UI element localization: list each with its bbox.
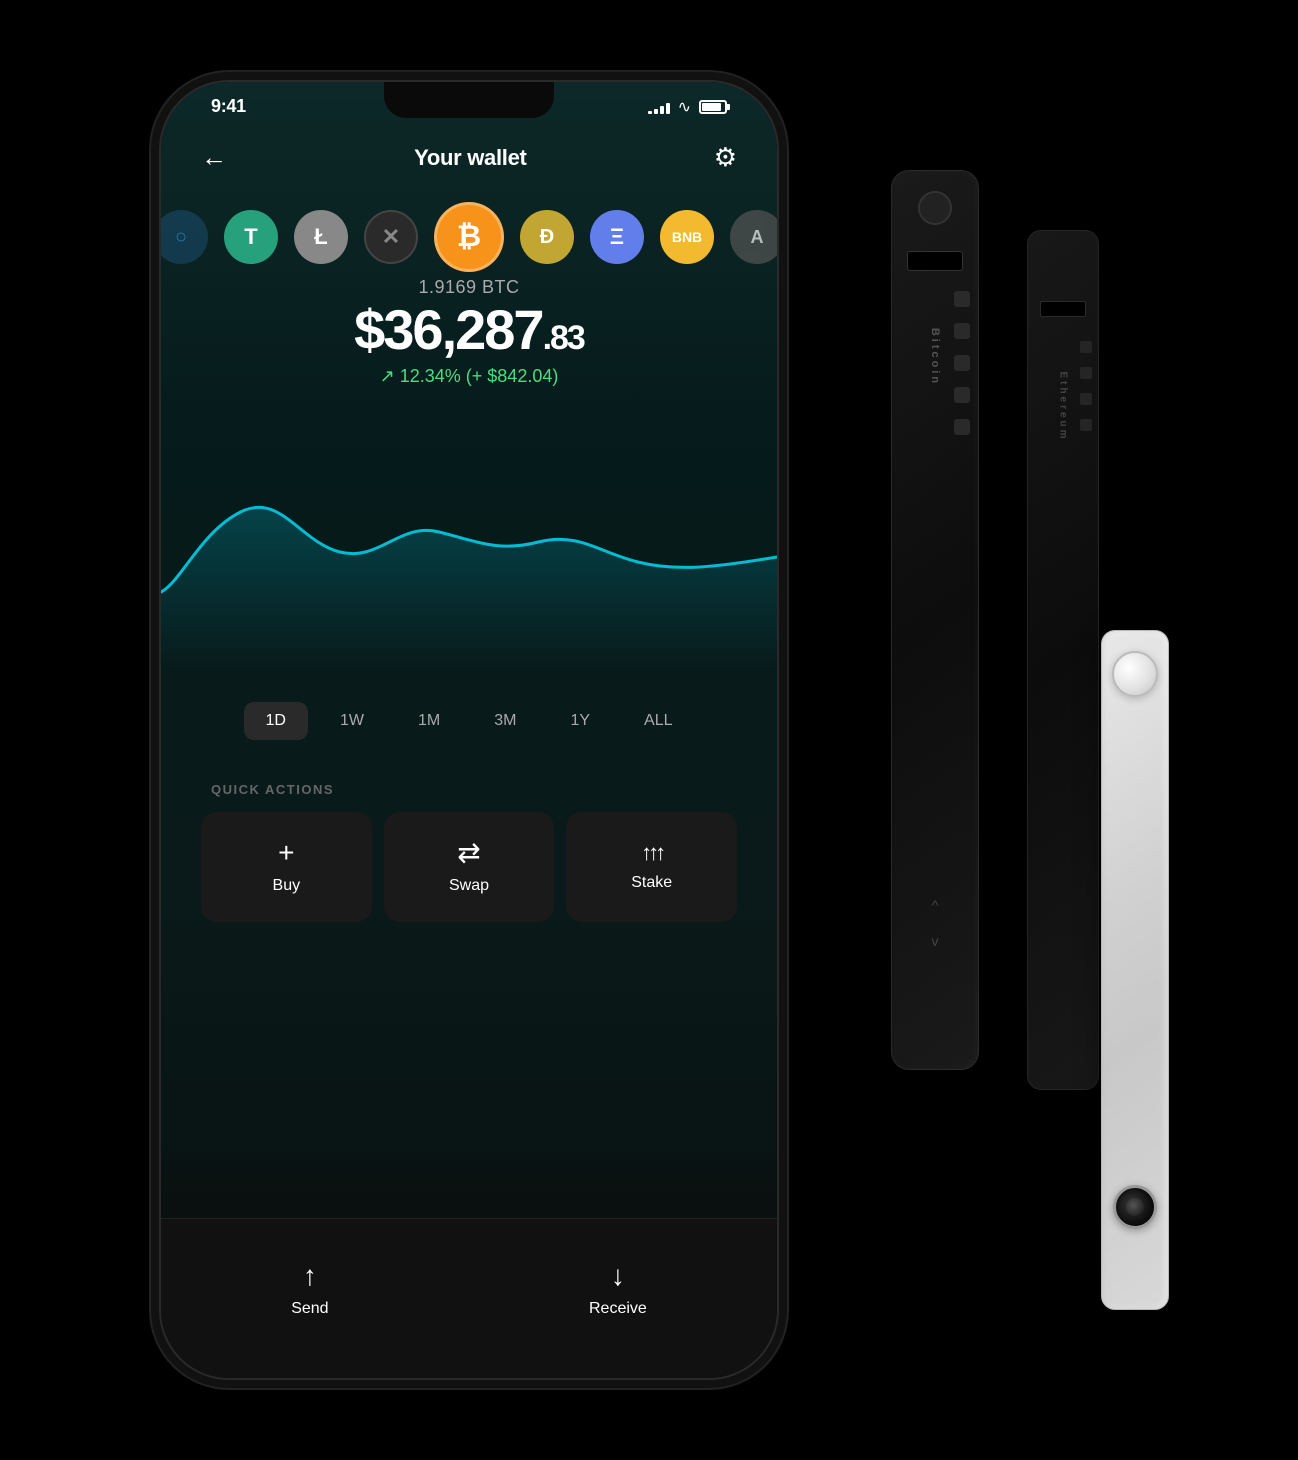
price-chart <box>161 412 777 692</box>
chart-container <box>161 412 777 692</box>
bottom-bar: ↑ Send ↓ Receive <box>161 1218 777 1378</box>
quick-actions-label: QUICK ACTIONS <box>211 782 334 797</box>
buy-label: Buy <box>273 877 301 895</box>
buy-button[interactable]: + Buy <box>201 812 372 922</box>
receive-icon: ↓ <box>611 1260 625 1292</box>
plus-icon: + <box>278 839 294 867</box>
swap-icon: ⇄ <box>457 839 480 867</box>
coin-item[interactable]: Ð <box>520 210 574 264</box>
time-filter-1d[interactable]: 1D <box>244 702 308 740</box>
ledger-nano-s-black: Ethereum <box>1027 230 1099 1090</box>
screen-fade <box>161 1143 777 1223</box>
percent-change: ↗ 12.34% (+ $842.04) <box>161 366 777 387</box>
nano-white-top-circle <box>1112 651 1158 697</box>
back-button[interactable]: ← <box>201 142 227 173</box>
send-button[interactable]: ↑ Send <box>291 1260 328 1318</box>
usd-cents: .83 <box>543 319 584 357</box>
wifi-icon: ∿ <box>678 97 691 117</box>
time-filter-1w[interactable]: 1W <box>318 702 386 740</box>
phone: 9:41 ∿ ← Your wallet <box>159 80 779 1380</box>
status-time: 9:41 <box>211 96 246 117</box>
receive-label: Receive <box>589 1300 647 1318</box>
nano-x-top-button <box>918 191 952 225</box>
crypto-amount: 1.9169 BTC <box>161 277 777 298</box>
coin-item[interactable]: Ł <box>294 210 348 264</box>
time-filter-1m[interactable]: 1M <box>396 702 462 740</box>
header: ← Your wallet ⚙ <box>161 142 777 173</box>
coin-item[interactable]: ○ <box>161 210 208 264</box>
coin-row: ○ T Ł ✕ ₿ Ð Ξ <box>161 202 777 272</box>
ledger-nano-x: Bitcoin ^ v <box>891 170 979 1070</box>
ledger-nano-s-white <box>1101 630 1169 1310</box>
scene: 9:41 ∿ ← Your wallet <box>99 30 1199 1430</box>
notch <box>384 82 554 118</box>
nano-x-screen <box>907 251 963 271</box>
stake-button[interactable]: ↑↑↑ Stake <box>566 812 737 922</box>
battery-icon <box>699 100 727 114</box>
coin-item[interactable]: ✕ <box>364 210 418 264</box>
time-filter-all[interactable]: ALL <box>622 702 694 740</box>
status-icons: ∿ <box>648 97 727 117</box>
coin-item[interactable]: T <box>224 210 278 264</box>
settings-button[interactable]: ⚙ <box>714 142 737 173</box>
nano-x-controls: ^ v <box>932 897 939 949</box>
nano-white-camera <box>1113 1185 1157 1229</box>
balance-section: 1.9169 BTC $36,287.83 ↗ 12.34% (+ $842.0… <box>161 277 777 387</box>
screen: 9:41 ∿ ← Your wallet <box>161 82 777 1378</box>
coin-item[interactable]: A <box>730 210 777 264</box>
swap-label: Swap <box>449 877 489 895</box>
signal-icon <box>648 100 670 114</box>
bitcoin-coin[interactable]: ₿ <box>434 202 504 272</box>
page-title: Your wallet <box>414 145 526 171</box>
nano-s-icons <box>1080 341 1092 431</box>
time-filter-3m[interactable]: 3M <box>472 702 538 740</box>
coin-item[interactable]: BNB <box>660 210 714 264</box>
receive-button[interactable]: ↓ Receive <box>589 1260 647 1318</box>
swap-button[interactable]: ⇄ Swap <box>384 812 555 922</box>
time-filter-1y[interactable]: 1Y <box>548 702 612 740</box>
nano-x-label: Bitcoin <box>929 328 941 386</box>
send-label: Send <box>291 1300 328 1318</box>
nano-s-screen <box>1040 301 1086 317</box>
quick-actions: + Buy ⇄ Swap ↑↑↑ Stake <box>201 812 737 922</box>
stake-label: Stake <box>631 874 672 892</box>
coin-item[interactable]: Ξ <box>590 210 644 264</box>
nano-x-icons <box>954 291 970 435</box>
nano-s-label: Ethereum <box>1058 371 1069 441</box>
time-filters: 1D 1W 1M 3M 1Y ALL <box>161 702 777 740</box>
send-icon: ↑ <box>303 1260 317 1292</box>
stake-icon: ↑↑↑ <box>641 842 662 864</box>
usd-balance: $36,287.83 <box>161 302 777 358</box>
